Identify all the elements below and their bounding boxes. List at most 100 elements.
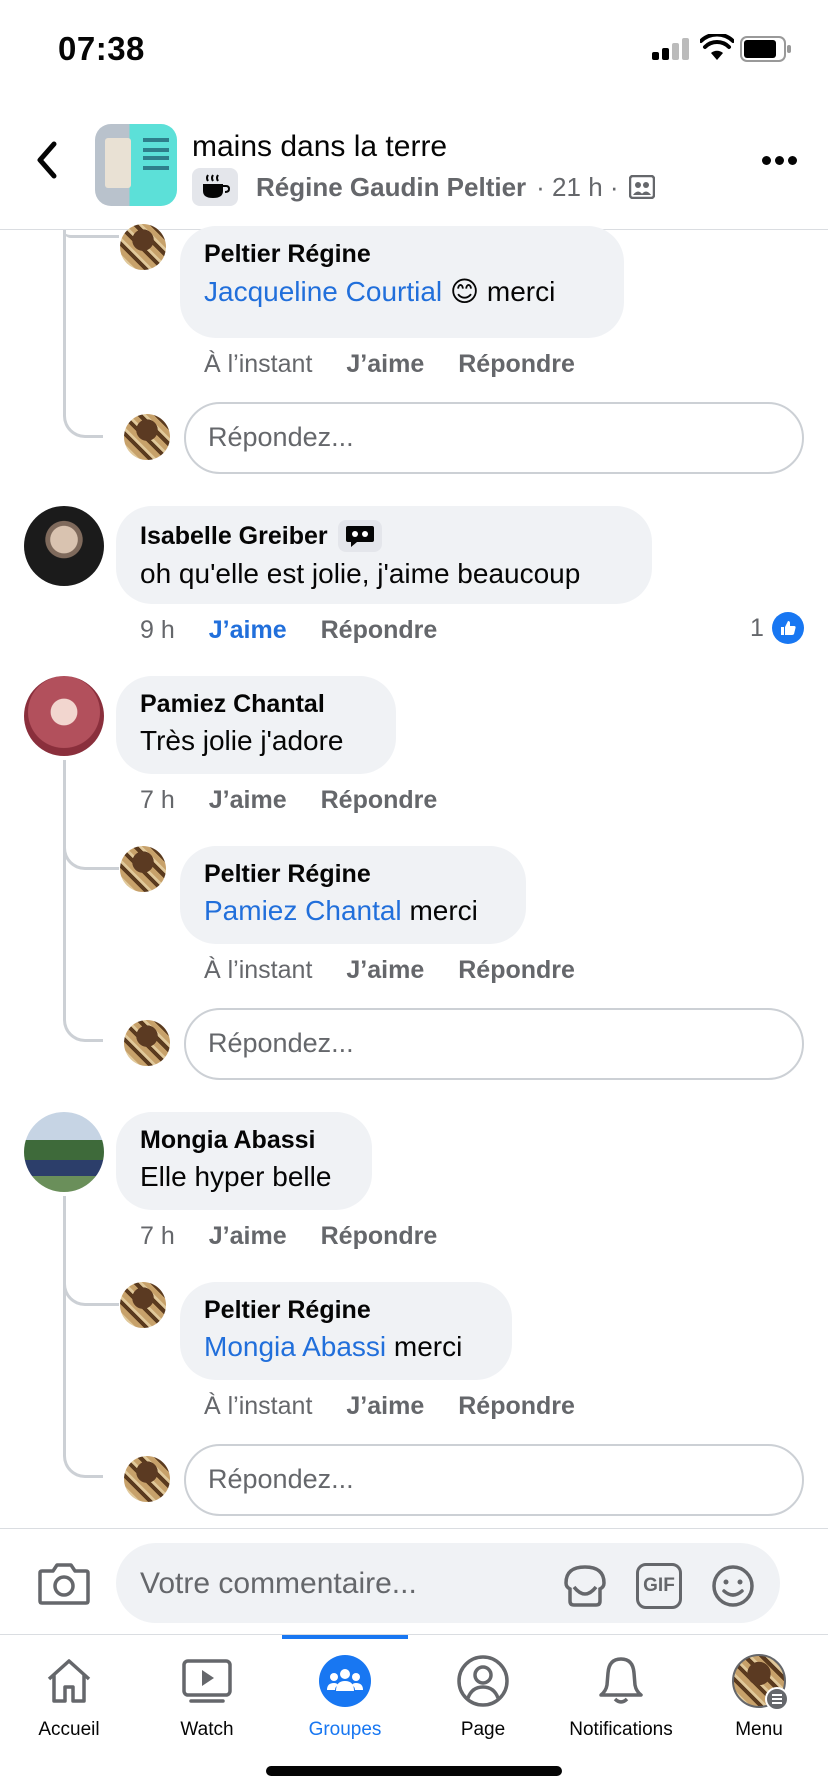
tab-page[interactable]: Page	[414, 1635, 552, 1745]
hamburger-icon	[765, 1687, 789, 1711]
smile-emoji: 😊	[449, 276, 480, 307]
comment-placeholder: Votre commentaire...	[140, 1567, 417, 1600]
comment-body: merci	[409, 895, 478, 926]
post-meta: Régine Gaudin Peltier · 21 h ·	[192, 168, 655, 206]
comment-body: Elle hyper belle	[140, 1161, 332, 1192]
avatar	[124, 414, 170, 460]
like-button[interactable]: J’aime	[209, 1222, 287, 1251]
mention-link[interactable]: Jacqueline Courtial	[204, 276, 442, 307]
mention-link[interactable]: Mongia Abassi	[204, 1331, 386, 1362]
home-indicator	[266, 1766, 562, 1776]
gif-label: GIF	[643, 1575, 675, 1596]
comment-author-name[interactable]: Isabelle Greiber	[140, 522, 328, 551]
comment-composer: Votre commentaire... GIF	[0, 1528, 828, 1632]
avatar[interactable]	[120, 846, 166, 892]
comment-actions: 7 h J’aime Répondre	[140, 786, 437, 815]
reply-input[interactable]: Répondez...	[184, 1008, 804, 1080]
reply-input[interactable]: Répondez...	[184, 402, 804, 474]
comment-body: oh qu'elle est jolie, j'aime beaucoup	[140, 558, 581, 589]
like-button[interactable]: J’aime	[346, 1392, 424, 1421]
comment-time: À l’instant	[204, 956, 313, 984]
comment-actions: 9 h J’aime Répondre	[140, 616, 437, 645]
emoji-icon[interactable]	[710, 1563, 756, 1609]
like-button[interactable]: J’aime	[209, 616, 287, 645]
comment-text: Mongia Abassi merci	[204, 1331, 488, 1363]
comment-bubble: Peltier Régine Pamiez Chantal merci	[180, 846, 526, 944]
tab-label: Accueil	[38, 1719, 100, 1740]
comment-bubble: Pamiez Chantal Très jolie j'adore	[116, 676, 396, 774]
tab-label: Groupes	[308, 1719, 382, 1740]
play-icon	[179, 1653, 235, 1709]
comment-time: 7 h	[140, 786, 175, 814]
reply-button[interactable]: Répondre	[321, 786, 438, 815]
thumbs-up-icon	[771, 612, 804, 644]
signal-icon	[652, 38, 692, 60]
profile-icon	[455, 1653, 511, 1709]
avatar[interactable]	[120, 224, 166, 270]
status-bar: 07:38	[0, 0, 828, 100]
tab-accueil[interactable]: Accueil	[0, 1635, 138, 1745]
group-title[interactable]: mains dans la terre	[192, 130, 447, 164]
thread-line	[63, 760, 103, 1042]
avatar[interactable]	[24, 1112, 104, 1192]
comment-time: À l’instant	[204, 350, 313, 378]
group-privacy-icon	[628, 175, 655, 199]
avatar[interactable]	[24, 506, 104, 586]
reaction-count-value: 1	[750, 613, 764, 642]
thread-line	[63, 230, 119, 238]
comment-author[interactable]: Mongia Abassi	[140, 1126, 348, 1155]
post-time: · 21 h ·	[536, 171, 619, 202]
ellipsis-icon[interactable]	[762, 156, 798, 166]
comment-actions: À l’instant J’aime Répondre	[204, 350, 575, 379]
comment-body: merci	[486, 276, 556, 307]
tab-label: Page	[460, 1719, 506, 1740]
comment-author[interactable]: Isabelle Greiber	[140, 520, 628, 552]
reply-button[interactable]: Répondre	[458, 956, 575, 985]
comment-author[interactable]: Peltier Régine	[204, 1296, 488, 1325]
wifi-icon	[700, 34, 734, 60]
camera-icon[interactable]	[38, 1561, 90, 1605]
gif-icon[interactable]: GIF	[636, 1563, 682, 1609]
comment-author[interactable]: Peltier Régine	[204, 240, 600, 269]
comment-bubble: Mongia Abassi Elle hyper belle	[116, 1112, 372, 1210]
reply-button[interactable]: Répondre	[458, 350, 575, 379]
like-button[interactable]: J’aime	[346, 350, 424, 379]
reply-button[interactable]: Répondre	[321, 1222, 438, 1251]
groups-icon	[317, 1653, 373, 1709]
comment-author[interactable]: Peltier Régine	[204, 860, 502, 889]
tab-groupes[interactable]: Groupes	[276, 1635, 414, 1745]
comment-text: Pamiez Chantal merci	[204, 895, 502, 927]
comment-bubble: Peltier Régine Mongia Abassi merci	[180, 1282, 512, 1380]
comment-time: À l’instant	[204, 1392, 313, 1420]
post-author[interactable]: Régine Gaudin Peltier	[256, 172, 526, 203]
post-header: mains dans la terre Régine Gaudin Peltie…	[0, 100, 828, 230]
like-button[interactable]: J’aime	[346, 956, 424, 985]
battery-icon	[740, 36, 791, 62]
group-avatar[interactable]	[95, 124, 177, 206]
comment-author[interactable]: Pamiez Chantal	[140, 690, 372, 719]
reply-button[interactable]: Répondre	[458, 1392, 575, 1421]
tab-label: Watch	[180, 1719, 234, 1740]
reply-button[interactable]: Répondre	[321, 616, 438, 645]
thread-line	[63, 230, 103, 438]
avatar	[124, 1456, 170, 1502]
tab-watch[interactable]: Watch	[138, 1635, 276, 1745]
avatar-sticker-icon[interactable]	[562, 1563, 608, 1609]
tab-label: Notifications	[569, 1719, 673, 1740]
comment-text: Jacqueline Courtial 😊 merci	[204, 275, 600, 308]
reaction-count[interactable]: 1	[750, 612, 804, 644]
comment-actions: À l’instant J’aime Répondre	[204, 956, 575, 985]
comment-bubble: Peltier Régine Jacqueline Courtial 😊 mer…	[180, 226, 624, 338]
reply-input[interactable]: Répondez...	[184, 1444, 804, 1516]
avatar[interactable]	[120, 1282, 166, 1328]
tab-notifications[interactable]: Notifications	[552, 1635, 690, 1745]
menu-avatar-icon	[731, 1653, 789, 1711]
like-button[interactable]: J’aime	[209, 786, 287, 815]
comment-input[interactable]: Votre commentaire... GIF	[116, 1543, 780, 1623]
comment-actions: À l’instant J’aime Répondre	[204, 1392, 575, 1421]
mention-link[interactable]: Pamiez Chantal	[204, 895, 402, 926]
comment-body: merci	[393, 1331, 463, 1362]
tab-menu[interactable]: Menu	[690, 1635, 828, 1745]
chevron-left-icon[interactable]	[30, 138, 66, 182]
avatar[interactable]	[24, 676, 104, 756]
